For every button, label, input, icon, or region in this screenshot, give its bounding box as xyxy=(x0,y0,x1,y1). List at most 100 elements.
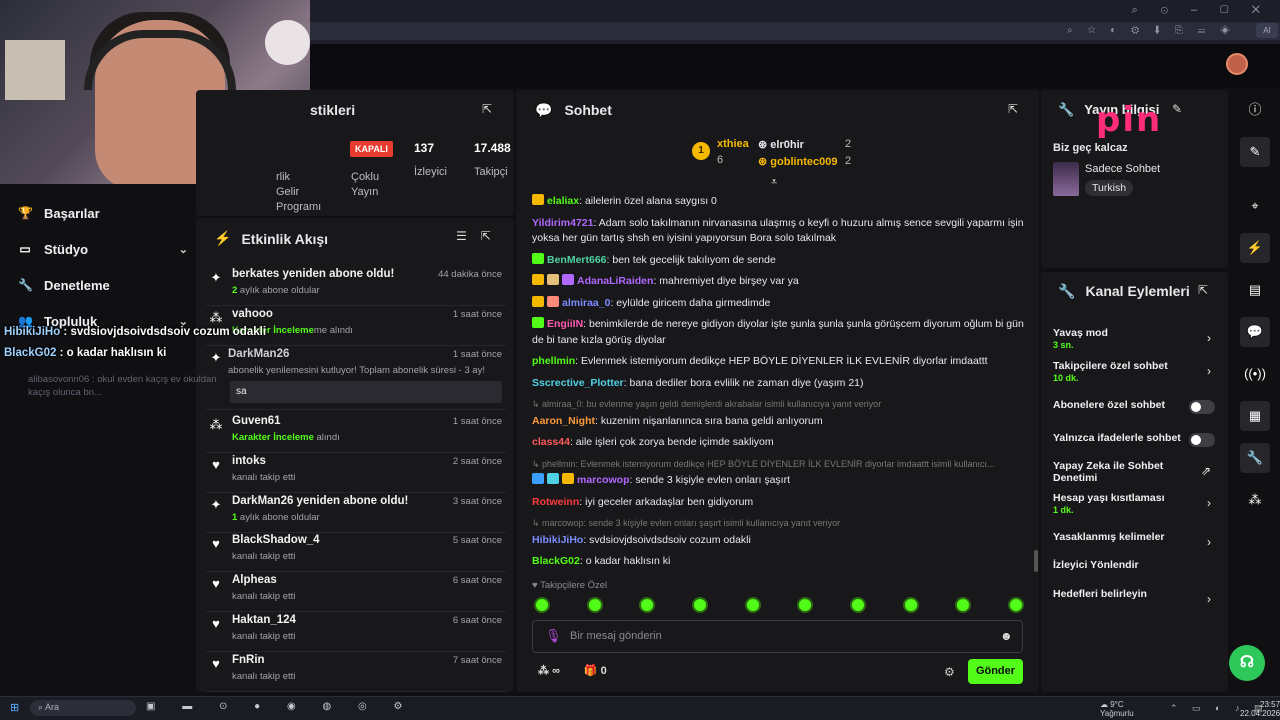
chat-username[interactable]: class44 xyxy=(532,436,570,448)
channel-action-row[interactable]: Abonelere özel sohbet xyxy=(1053,399,1221,414)
chat-message[interactable]: AdanaLiRaiden: mahremiyet diye birşey va… xyxy=(532,274,1028,290)
send-button[interactable]: Gönder xyxy=(968,659,1023,684)
chat-username[interactable]: BlackG02 xyxy=(532,555,580,567)
chat-message[interactable]: EngiiIN: benimkilerde de nereye gidiyon … xyxy=(532,317,1028,348)
activity-tools[interactable]: ☰⇱ xyxy=(456,229,505,243)
taskbar-search[interactable]: ⌕ Ara xyxy=(30,700,136,716)
chat-message[interactable]: Yildirim4721: Adam solo takılmanın nirva… xyxy=(532,216,1028,247)
emote-icon[interactable] xyxy=(797,597,814,613)
chat-username[interactable]: Yildirim4721 xyxy=(532,217,593,229)
chat-username[interactable]: Rotweinn xyxy=(532,496,579,508)
toggle-switch[interactable] xyxy=(1189,433,1215,447)
chat-message[interactable]: almiraa_0: eylülde giricem daha girmedim… xyxy=(532,295,1028,312)
popout-icon[interactable]: ⇱ xyxy=(482,102,492,116)
connections-icon[interactable]: ⁂ xyxy=(1240,485,1270,515)
emote-icon[interactable] xyxy=(849,597,866,613)
chat-username[interactable]: EngiiIN xyxy=(547,318,583,330)
chat-username[interactable]: BenMert666 xyxy=(547,254,607,266)
toggle-switch[interactable] xyxy=(1189,400,1215,414)
emote-icon[interactable] xyxy=(744,597,761,613)
taskbar-weather[interactable]: ☁ 9°C Yağmurlu xyxy=(1100,700,1134,718)
gift-leaderboard[interactable]: 1 xthiea 6 ⊛ elr0hir 2 ⊛ goblintec009 2 xyxy=(690,136,890,172)
stream-category[interactable]: Sadece Sohbet xyxy=(1085,163,1160,175)
pencil-icon[interactable]: ✎ xyxy=(1240,137,1270,167)
chat-username[interactable]: elaliax xyxy=(547,195,579,207)
filter-icon[interactable]: ☰ xyxy=(456,229,481,243)
wrench-icon[interactable]: 🔧 xyxy=(1240,443,1270,473)
chat-username[interactable]: phellmin xyxy=(532,355,575,367)
chat-bubble-icon[interactable]: 💬 xyxy=(1240,317,1270,347)
window-controls[interactable]: ⌕ ⊙ – ▢ ✕ xyxy=(1132,4,1270,17)
channel-points[interactable]: ⁂ ∞ xyxy=(538,664,560,677)
chat-message[interactable]: elaliax: ailelerin özel alana saygısı 0 xyxy=(532,194,1028,210)
emote-icon[interactable] xyxy=(691,597,708,613)
chat-username[interactable]: marcowop xyxy=(577,474,630,486)
chat-message[interactable]: Aaron_Night: kuzenim nişanlanınca sıra b… xyxy=(532,414,1028,430)
action-label: Yapay Zeka ile Sohbet Denetimi xyxy=(1053,460,1164,484)
chat-message[interactable]: BlackG02: o kadar haklısın ki xyxy=(532,554,1028,570)
chat-message[interactable]: marcowop: sende 3 kişiyle evlen onları ş… xyxy=(532,473,1028,489)
activity-row[interactable]: ♥ FnRin kanalı takip etti 7 saat önce xyxy=(206,652,506,692)
channel-action-row[interactable]: Yalnızca ifadelerle sohbet xyxy=(1053,432,1221,447)
extension-icons[interactable]: ⌕ ☆ ◐ ⚙ ⬇ ⎘ ☰ ◈ xyxy=(1067,25,1236,36)
chat-message[interactable]: Rotweinn: iyi geceler arkadaşlar ben gid… xyxy=(532,495,1028,511)
broadcast-icon[interactable]: ((•)) xyxy=(1240,359,1270,389)
target-icon[interactable]: ⌖ xyxy=(1240,191,1270,221)
activity-row[interactable]: ⁂ Guven61 Karakter İnceleme alındı 1 saa… xyxy=(206,413,506,453)
nav-denetleme[interactable]: 🔧 Denetleme xyxy=(18,275,188,295)
chat-message[interactable]: phellmin: Evlenmek istemiyorum dedikçe H… xyxy=(532,354,1028,370)
emote-icon[interactable] xyxy=(1007,597,1024,613)
microphone-icon[interactable]: 🎙 xyxy=(545,628,562,644)
activity-row[interactable]: ♥ Alpheas kanalı takip etti 6 saat önce xyxy=(206,572,506,612)
activity-row[interactable]: ✦ berkates yeniden abone oldu! 2 aylık a… xyxy=(206,266,506,306)
activity-row[interactable]: ♥ intoks kanalı takip etti 2 saat önce xyxy=(206,453,506,493)
chat-username[interactable]: Sscrective_Plotter xyxy=(532,377,624,389)
emote-icon[interactable] xyxy=(639,597,656,613)
chat-message[interactable]: HibikiJiHo: svdsiovjdsoivdsdsoiv cozum o… xyxy=(532,533,1028,549)
chat-username[interactable]: AdanaLiRaiden xyxy=(577,275,653,287)
popout-icon[interactable]: ⇱ xyxy=(481,229,505,243)
help-headset-icon[interactable]: ☊ xyxy=(1229,645,1265,681)
emote-icon[interactable] xyxy=(586,597,603,613)
emote-icon[interactable] xyxy=(534,597,550,613)
chat-settings-icon[interactable]: ⚙ xyxy=(944,665,955,679)
chat-scrollbar[interactable] xyxy=(1034,550,1038,572)
nav-studyo[interactable]: ▭ Stüdyo ⌄ xyxy=(18,239,188,259)
channel-action-row[interactable]: Hesap yaşı kısıtlaması 1 dk. › xyxy=(1053,492,1221,515)
search-label: Ara xyxy=(45,702,60,712)
gift-counter[interactable]: 🎁 0 xyxy=(584,664,607,677)
info-icon[interactable]: ⓘ xyxy=(1240,95,1270,125)
channel-action-row[interactable]: Yapay Zeka ile Sohbet Denetimi ⇗ xyxy=(1053,460,1221,484)
nav-basarilar[interactable]: 🏆 Başarılar xyxy=(18,203,188,223)
activity-row[interactable]: ♥ BlackShadow_4 kanalı takip etti 5 saat… xyxy=(206,532,506,572)
channel-action-row[interactable]: Takipçilere özel sohbet 10 dk. › xyxy=(1053,360,1221,383)
emote-icon[interactable] xyxy=(955,597,972,613)
taskbar-apps[interactable]: ▣ ▬ ⊙ ● ◉ ◍ ◎ ⚙ xyxy=(146,701,414,712)
channel-action-row[interactable]: Yasaklanmış kelimeler › xyxy=(1053,531,1221,549)
chat-username[interactable]: almiraa_0 xyxy=(562,297,610,309)
channel-action-row[interactable]: Hedefleri belirleyin › xyxy=(1053,588,1221,606)
ai-extension-badge[interactable]: AI xyxy=(1256,23,1278,38)
taskbar-clock[interactable]: 23:57 22.04.2026 xyxy=(1240,700,1280,718)
chat-username[interactable]: HibikiJiHo xyxy=(532,534,583,546)
document-icon[interactable]: ▤ xyxy=(1240,275,1270,305)
activity-row[interactable]: ♥ Haktan_124 kanalı takip etti 6 saat ön… xyxy=(206,612,506,652)
activity-sub: kanalı takip etti xyxy=(232,631,295,642)
emote-icon[interactable] xyxy=(902,597,919,613)
emoji-icon[interactable]: ☻ xyxy=(1000,629,1013,643)
chat-username[interactable]: Aaron_Night xyxy=(532,415,595,427)
layout-icon[interactable]: ▦ xyxy=(1240,401,1270,431)
activity-row[interactable]: ✦ DarkMan26 yeniden abone oldu! 1 aylık … xyxy=(206,493,506,533)
bolt-icon[interactable]: ⚡ xyxy=(1240,233,1270,263)
chat-message[interactable]: class44: aile işleri çok zorya bende içi… xyxy=(532,435,1028,451)
chat-message[interactable]: BenMert666: ben tek gecelijk takılıyom d… xyxy=(532,252,1028,269)
windows-start-icon[interactable]: ⊞ xyxy=(10,701,19,714)
popout-icon[interactable]: ⇱ xyxy=(1198,283,1208,297)
leaderboard-expand-icon[interactable]: ⩡ xyxy=(771,176,777,189)
channel-action-row[interactable]: İzleyici Yönlendir xyxy=(1053,559,1221,571)
edit-icon[interactable]: ✎ xyxy=(1172,102,1182,116)
chat-message[interactable]: Sscrective_Plotter: bana dediler bora ev… xyxy=(532,376,1028,392)
channel-action-row[interactable]: Yavaş mod 3 sn. › xyxy=(1053,327,1221,350)
user-avatar[interactable] xyxy=(1226,53,1248,75)
popout-icon[interactable]: ⇱ xyxy=(1008,102,1018,116)
